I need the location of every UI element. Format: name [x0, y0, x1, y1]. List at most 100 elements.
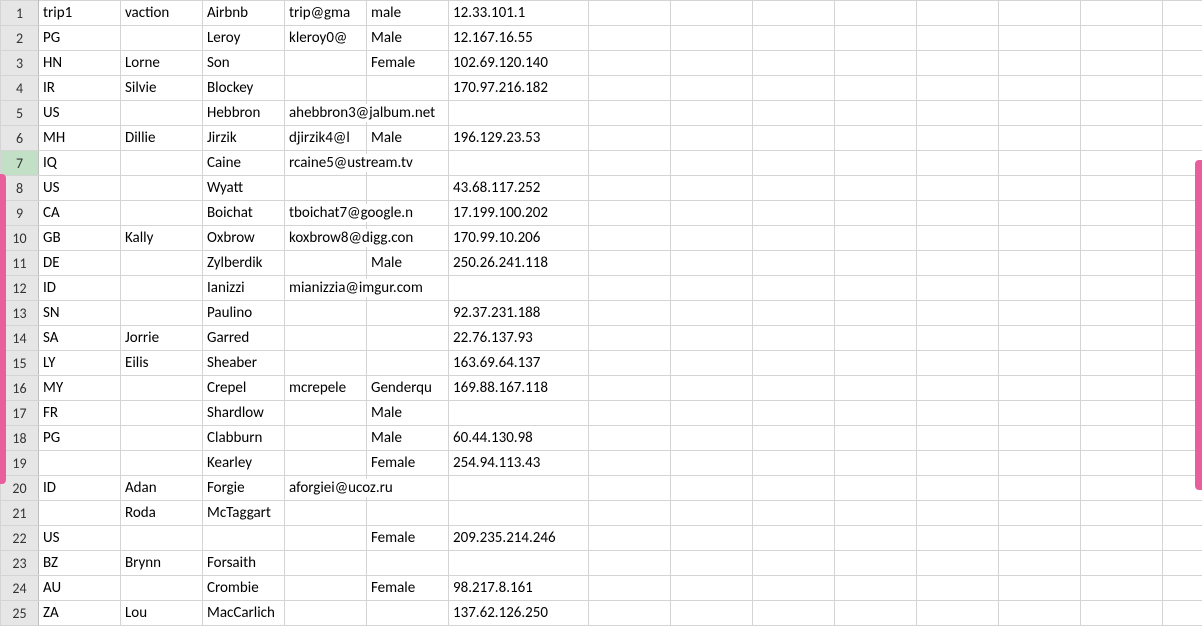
cell-C[interactable]: Hebbron [203, 101, 285, 126]
row-header[interactable]: 15 [1, 351, 39, 376]
cell-E[interactable] [367, 176, 449, 201]
cell-D[interactable] [285, 426, 367, 451]
cell-empty[interactable] [1081, 376, 1163, 401]
cell-empty[interactable] [753, 326, 835, 351]
cell-F[interactable] [449, 501, 589, 526]
cell-C[interactable]: Shardlow [203, 401, 285, 426]
row-header[interactable]: 24 [1, 576, 39, 601]
cell-empty[interactable] [999, 201, 1081, 226]
cell-empty[interactable] [835, 526, 917, 551]
cell-empty[interactable] [753, 576, 835, 601]
row-header[interactable]: 19 [1, 451, 39, 476]
cell-empty[interactable] [753, 501, 835, 526]
cell-A[interactable]: IQ [39, 151, 121, 176]
cell-empty[interactable] [671, 126, 753, 151]
row-header[interactable]: 23 [1, 551, 39, 576]
cell-C[interactable]: Garred [203, 326, 285, 351]
cell-C[interactable]: Crepel [203, 376, 285, 401]
cell-E[interactable] [367, 601, 449, 626]
cell-empty[interactable] [917, 451, 999, 476]
cell-E[interactable]: Male [367, 426, 449, 451]
cell-B[interactable]: Jorrie [121, 326, 203, 351]
cell-empty[interactable] [1081, 201, 1163, 226]
cell-empty[interactable] [835, 576, 917, 601]
cell-F[interactable] [449, 401, 589, 426]
cell-empty[interactable] [589, 601, 671, 626]
cell-empty[interactable] [835, 26, 917, 51]
cell-empty[interactable] [589, 26, 671, 51]
cell-empty[interactable] [999, 51, 1081, 76]
cell-C[interactable]: Oxbrow [203, 226, 285, 251]
table-row[interactable]: 11DEZylberdikMale250.26.241.118 [1, 251, 1202, 276]
cell-D[interactable]: mcrepele [285, 376, 367, 401]
table-row[interactable]: 23BZBrynnForsaith [1, 551, 1202, 576]
cell-empty[interactable] [589, 551, 671, 576]
cell-empty[interactable] [1163, 551, 1202, 576]
table-row[interactable]: 9CABoichattboichat7@google.n17.199.100.2… [1, 201, 1202, 226]
cell-empty[interactable] [835, 551, 917, 576]
cell-B[interactable] [121, 376, 203, 401]
cell-empty[interactable] [1081, 226, 1163, 251]
cell-empty[interactable] [835, 251, 917, 276]
cell-empty[interactable] [999, 601, 1081, 626]
cell-empty[interactable] [1081, 126, 1163, 151]
cell-empty[interactable] [1081, 251, 1163, 276]
table-row[interactable]: 16MYCrepelmcrepeleGenderqu169.88.167.118 [1, 376, 1202, 401]
cell-empty[interactable] [835, 226, 917, 251]
table-row[interactable]: 15LYEilisSheaber163.69.64.137 [1, 351, 1202, 376]
cell-A[interactable]: MH [39, 126, 121, 151]
cell-empty[interactable] [917, 576, 999, 601]
cell-C[interactable]: Ianizzi [203, 276, 285, 301]
cell-D[interactable]: trip@gma [285, 1, 367, 26]
row-header[interactable]: 14 [1, 326, 39, 351]
cell-D[interactable]: mianizzia@imgur.com [285, 276, 367, 301]
cell-F[interactable]: 163.69.64.137 [449, 351, 589, 376]
cell-empty[interactable] [753, 251, 835, 276]
cell-empty[interactable] [999, 76, 1081, 101]
cell-empty[interactable] [1081, 176, 1163, 201]
cell-empty[interactable] [835, 126, 917, 151]
cell-empty[interactable] [835, 451, 917, 476]
cell-F[interactable]: 12.33.101.1 [449, 1, 589, 26]
cell-empty[interactable] [753, 376, 835, 401]
cell-empty[interactable] [753, 301, 835, 326]
cell-D[interactable] [285, 576, 367, 601]
cell-empty[interactable] [671, 451, 753, 476]
cell-empty[interactable] [671, 526, 753, 551]
cell-A[interactable]: AU [39, 576, 121, 601]
cell-empty[interactable] [917, 176, 999, 201]
cell-empty[interactable] [589, 476, 671, 501]
cell-empty[interactable] [671, 76, 753, 101]
table-row[interactable]: 10GBKallyOxbrowkoxbrow8@digg.con170.99.1… [1, 226, 1202, 251]
cell-D[interactable] [285, 501, 367, 526]
cell-F[interactable] [449, 101, 589, 126]
cell-empty[interactable] [589, 151, 671, 176]
cell-empty[interactable] [835, 501, 917, 526]
cell-empty[interactable] [999, 301, 1081, 326]
cell-empty[interactable] [999, 476, 1081, 501]
cell-empty[interactable] [999, 101, 1081, 126]
cell-empty[interactable] [671, 551, 753, 576]
cell-empty[interactable] [671, 501, 753, 526]
cell-empty[interactable] [835, 376, 917, 401]
cell-empty[interactable] [835, 51, 917, 76]
cell-empty[interactable] [835, 301, 917, 326]
cell-C[interactable]: Boichat [203, 201, 285, 226]
cell-C[interactable]: Son [203, 51, 285, 76]
cell-empty[interactable] [671, 251, 753, 276]
cell-empty[interactable] [589, 376, 671, 401]
cell-F[interactable] [449, 151, 589, 176]
cell-A[interactable]: ZA [39, 601, 121, 626]
cell-empty[interactable] [999, 226, 1081, 251]
cell-empty[interactable] [671, 176, 753, 201]
cell-A[interactable]: PG [39, 426, 121, 451]
row-header[interactable]: 7 [1, 151, 39, 176]
row-header[interactable]: 18 [1, 426, 39, 451]
cell-F[interactable] [449, 551, 589, 576]
cell-empty[interactable] [917, 276, 999, 301]
cell-C[interactable]: Leroy [203, 26, 285, 51]
cell-empty[interactable] [1081, 451, 1163, 476]
cell-empty[interactable] [917, 601, 999, 626]
cell-E[interactable] [367, 351, 449, 376]
cell-empty[interactable] [671, 376, 753, 401]
